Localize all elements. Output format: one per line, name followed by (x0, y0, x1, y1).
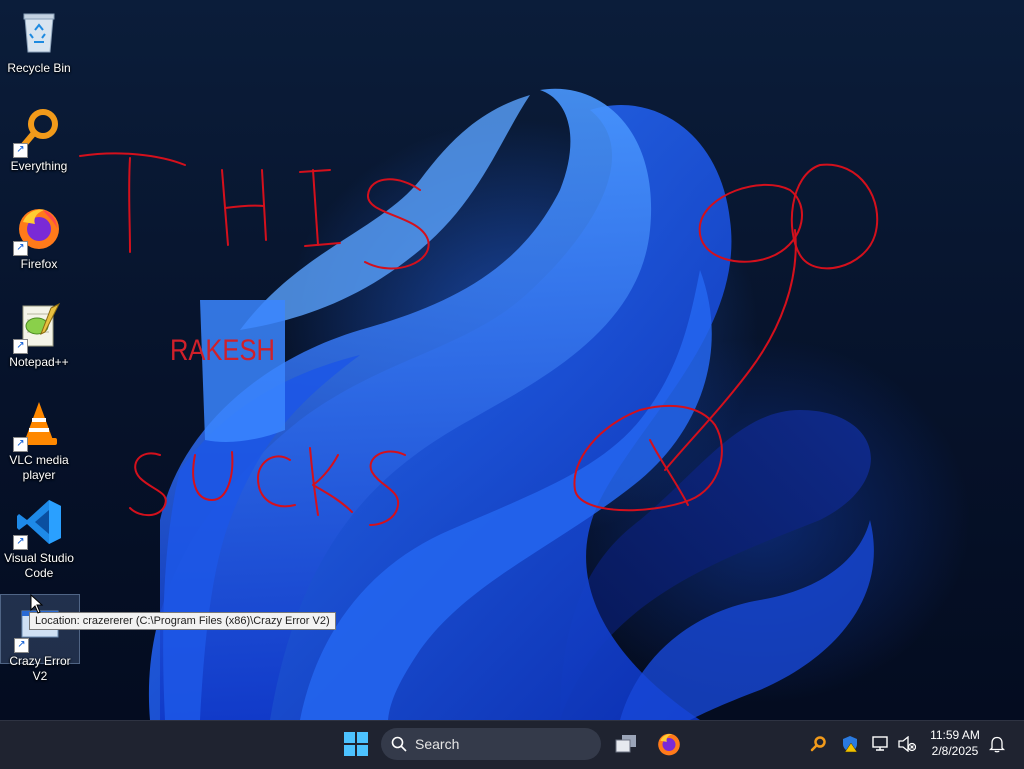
everything-search-icon: ↗ (13, 106, 63, 158)
task-view-icon (615, 735, 636, 753)
tray-volume[interactable] (896, 720, 918, 768)
shortcut-arrow-icon: ↗ (13, 535, 28, 550)
desktop-icon-label: Everything (10, 159, 68, 173)
desktop-icon-vlc[interactable]: ↗ VLC media player (0, 400, 78, 483)
desktop-icon-label: Notepad++ (9, 355, 69, 369)
desktop-icon-recycle-bin[interactable]: Recycle Bin (0, 8, 78, 76)
mouse-cursor-icon (30, 594, 44, 614)
desktop-icon-label: Crazy Error V2 (9, 654, 71, 683)
task-view-button[interactable] (608, 720, 644, 768)
desktop[interactable]: RAKESH Recycle Bin ↗ Everything ↗ Firefo… (0, 0, 1024, 720)
taskbar-firefox-button[interactable] (650, 720, 688, 768)
volume-muted-icon (898, 736, 916, 752)
desktop-icon-vscode[interactable]: ↗ Visual Studio Code (0, 498, 78, 581)
desktop-icon-label: Recycle Bin (7, 61, 71, 75)
notepad-plus-plus-icon: ↗ (13, 302, 63, 354)
rakesh-text-overlay: RAKESH (170, 334, 275, 367)
clock-date: 2/8/2025 (931, 744, 979, 758)
search-placeholder: Search (415, 736, 460, 752)
desktop-icon-label: VLC media player (9, 453, 69, 482)
shortcut-arrow-icon: ↗ (13, 143, 28, 158)
shortcut-arrow-icon: ↗ (14, 638, 29, 653)
notification-button[interactable] (986, 720, 1008, 768)
firefox-icon (658, 733, 680, 756)
desktop-icon-everything[interactable]: ↗ Everything (0, 106, 78, 174)
shortcut-arrow-icon: ↗ (13, 241, 28, 256)
vlc-icon: ↗ (13, 400, 63, 452)
shortcut-arrow-icon: ↗ (13, 339, 28, 354)
desktop-icon-notepad-plus-plus[interactable]: ↗ Notepad++ (0, 302, 78, 370)
vscode-icon: ↗ (13, 498, 63, 550)
tray-windows-security[interactable] (838, 720, 862, 768)
desktop-icon-label: Visual Studio Code (4, 551, 74, 580)
desktop-icon-firefox[interactable]: ↗ Firefox (0, 204, 78, 272)
tray-network[interactable] (870, 720, 892, 768)
location-tooltip: Location: crazererer (C:\Program Files (… (29, 612, 336, 630)
start-button[interactable] (336, 720, 376, 768)
start-icon (344, 732, 368, 756)
network-icon (872, 736, 888, 751)
tray-everything[interactable] (806, 720, 830, 768)
firefox-icon: ↗ (13, 204, 63, 256)
everything-search-icon (810, 736, 826, 752)
security-warning-icon (843, 736, 858, 753)
desktop-icon-label: Firefox (20, 257, 58, 271)
taskbar-clock[interactable]: 11:59 AM 2/8/2025 (925, 727, 985, 759)
taskbar-search-box[interactable]: Search (381, 728, 601, 760)
notification-bell-icon (989, 736, 1005, 753)
recycle-bin-icon (15, 8, 63, 56)
shortcut-arrow-icon: ↗ (13, 437, 28, 452)
search-icon (391, 736, 407, 752)
clock-time: 11:59 AM (930, 728, 980, 742)
